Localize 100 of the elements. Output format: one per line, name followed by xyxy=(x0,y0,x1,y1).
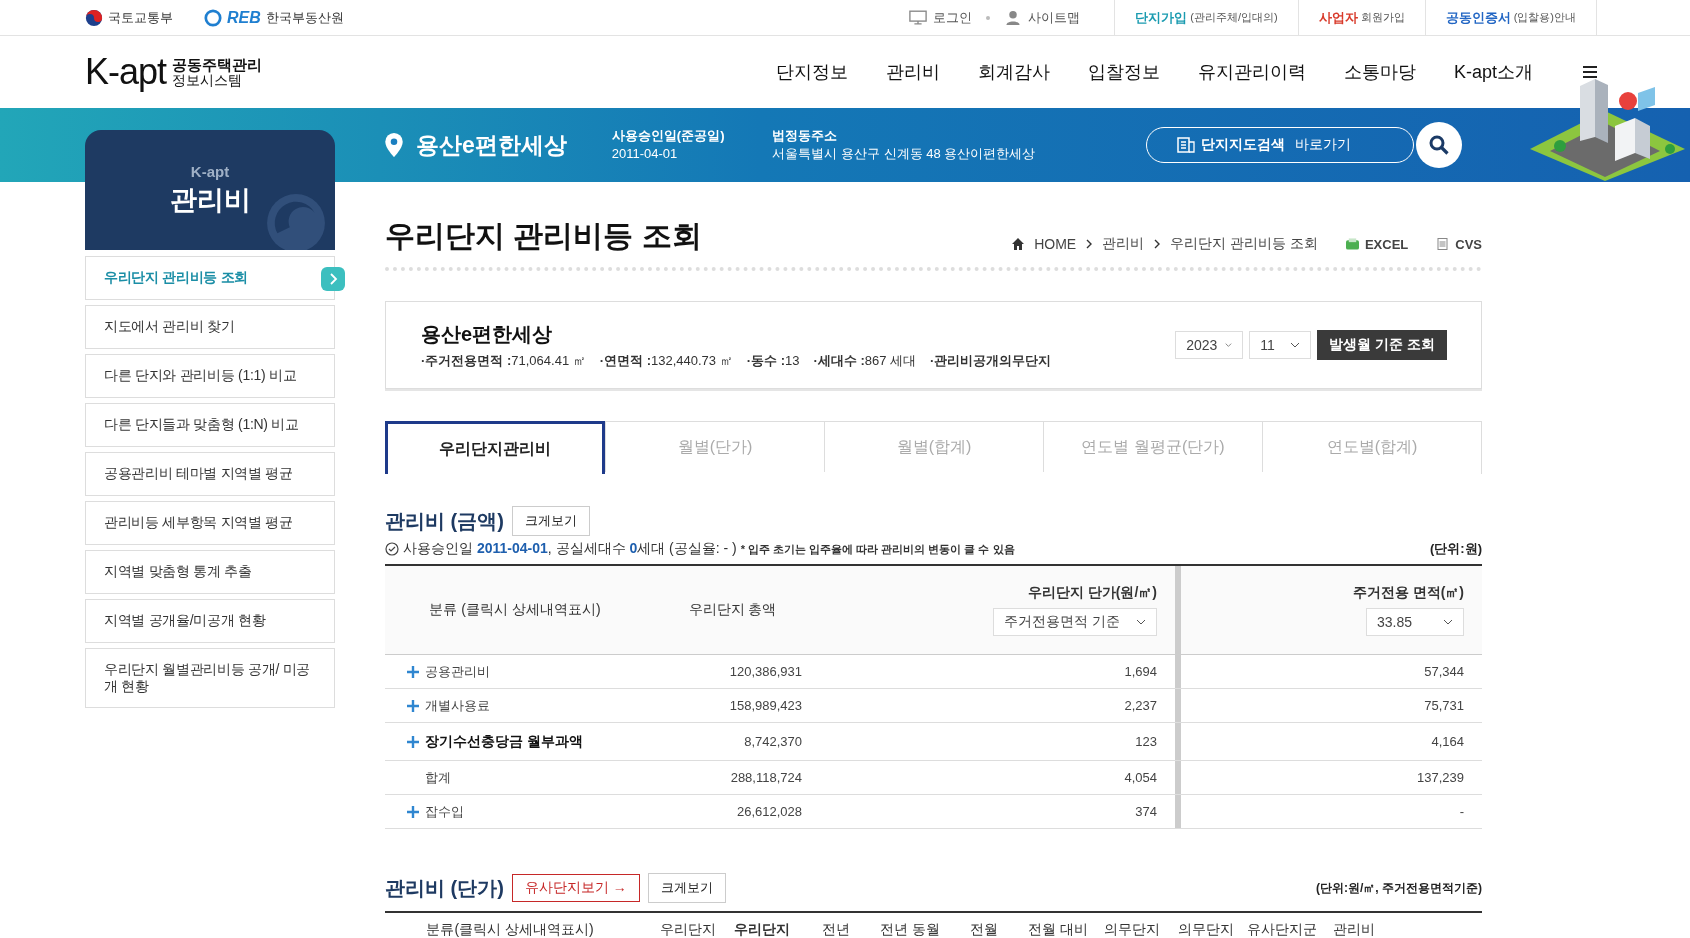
query-button[interactable]: 발생월 기준 조회 xyxy=(1317,330,1447,360)
sidebar-item[interactable]: 다른 단지와 관리비등 (1:1) 비교 xyxy=(85,354,335,398)
column-header: 분류(클릭시 상세내역표시) xyxy=(425,921,595,938)
menu-icon[interactable] xyxy=(1583,66,1597,78)
column-header: 의무단지 xyxy=(1103,921,1161,938)
sidebar-item[interactable]: 공용관리비 테마별 지역별 평균 xyxy=(85,452,335,496)
plus-icon[interactable] xyxy=(407,805,419,818)
sidebar-item[interactable]: 다른 단지들과 맞춤형 (1:N) 비교 xyxy=(85,403,335,447)
monitor-icon xyxy=(909,10,928,25)
category-cell[interactable]: 장기수선충당금 월부과액 xyxy=(407,732,644,751)
sidebar-item[interactable]: 관리비등 세부항목 지역별 평균 xyxy=(85,501,335,545)
complex-fact: ·세대수 :867 세대 xyxy=(813,351,917,370)
search-button[interactable] xyxy=(1416,122,1462,168)
column-header: 전년 xyxy=(821,921,851,938)
agency-name[interactable]: 국토교통부 xyxy=(108,8,173,27)
nav-item[interactable]: 관리비 xyxy=(885,60,940,84)
caret-icon xyxy=(1290,342,1301,348)
sidebar-brand: K-apt xyxy=(190,162,230,180)
complex-name: 용산e편한세상 xyxy=(416,130,567,160)
table-cell: 374 xyxy=(1135,804,1157,819)
column-header: 우리단지 xyxy=(733,921,791,938)
sitemap-link[interactable]: 사이트맵 xyxy=(1028,8,1081,27)
spreadsheet-icon xyxy=(1345,238,1359,250)
logo-subtitle: 정보시스템 xyxy=(172,72,243,88)
section-title: 관리비 (금액) xyxy=(385,508,504,534)
column-header: 분류 (클릭시 상세내역표시) xyxy=(385,565,645,655)
section-title: 관리비 (단가) xyxy=(385,875,504,901)
chevron-icon xyxy=(1086,239,1093,249)
nav-item[interactable]: 유지관리이력 xyxy=(1197,60,1306,84)
join-link[interactable]: 단지가입 (관리주체/입대의) xyxy=(1115,0,1299,35)
category-cell[interactable]: 공용관리비 xyxy=(407,662,644,681)
breadcrumb-link[interactable]: 우리단지 관리비등 조회 xyxy=(1170,235,1318,253)
month-select[interactable]: 11 xyxy=(1249,331,1312,359)
enlarge-button[interactable]: 크게보기 xyxy=(511,506,590,536)
chevron-icon xyxy=(321,267,345,291)
plus-icon[interactable] xyxy=(407,735,419,748)
table-cell: - xyxy=(1459,804,1464,819)
approval-label: 사용승인일(준공일) xyxy=(611,126,725,145)
area-select[interactable]: 33.85 xyxy=(1366,608,1464,636)
reb-logo[interactable]: REB xyxy=(227,8,261,27)
category-cell[interactable]: 합계 xyxy=(407,768,644,787)
nav-item[interactable]: 소통마당 xyxy=(1343,60,1416,84)
sidebar-item[interactable]: 지역별 맞춤형 통계 추출 xyxy=(85,550,335,594)
plus-icon[interactable] xyxy=(407,665,419,678)
login-link[interactable]: 로그인 xyxy=(933,8,973,27)
breadcrumb-link[interactable]: HOME xyxy=(1034,236,1077,252)
table-cell: 158,989,423 xyxy=(729,698,802,713)
basis-select[interactable]: 주거전용면적 기준 xyxy=(993,608,1157,636)
breadcrumb-link[interactable]: 관리비 xyxy=(1102,235,1145,253)
column-header: 전월 대비 xyxy=(1027,921,1089,938)
nav-item[interactable]: 단지정보 xyxy=(775,60,848,84)
category-cell[interactable]: 잡수입 xyxy=(407,802,644,821)
logo-icon xyxy=(204,8,222,27)
cvs-link[interactable]: CVS xyxy=(1455,236,1482,252)
complex-name: 용산e편한세상 xyxy=(421,321,554,347)
table-cell: 4,054 xyxy=(1124,770,1157,785)
kapt-logo[interactable]: K-apt xyxy=(85,51,167,93)
join-link[interactable]: 사업자 회원가입 xyxy=(1298,0,1426,35)
table-cell: 137,239 xyxy=(1417,770,1464,785)
table-cell: 123 xyxy=(1135,734,1157,749)
table-cell: 288,118,724 xyxy=(730,770,802,785)
agency-name[interactable]: 한국부동산원 xyxy=(265,8,344,27)
home-icon xyxy=(1012,238,1025,250)
table-cell: 1,694 xyxy=(1124,664,1157,679)
document-icon xyxy=(1436,238,1450,250)
table-cell: 120,386,931 xyxy=(729,664,802,679)
approval-date: 2011-04-01 xyxy=(611,145,679,163)
address-label: 법정동주소 xyxy=(772,126,839,145)
sidebar-item[interactable]: 지도에서 관리비 찾기 xyxy=(85,305,335,349)
sidebar-item[interactable]: 우리단지 관리비등 조회 xyxy=(85,256,335,300)
excel-link[interactable]: EXCEL xyxy=(1364,236,1409,252)
join-link[interactable]: 공동인증서 (입찰용)안내 xyxy=(1425,0,1597,35)
warning-text: * 입주 초기는 입주율에 따라 관리비의 변동이 클 수 있음 xyxy=(740,541,1015,557)
unit-label: (단위:원) xyxy=(1430,540,1482,558)
year-select[interactable]: 2023 xyxy=(1175,331,1244,359)
column-header: 우리단지 xyxy=(659,921,717,938)
check-circle-icon xyxy=(385,542,399,556)
nav-item[interactable]: 입찰정보 xyxy=(1087,60,1160,84)
nav-item[interactable]: K-apt소개 xyxy=(1453,60,1533,84)
unit-label: (단위:원/㎡, 주거전용면적기준) xyxy=(1316,879,1482,897)
nav-item[interactable]: 회계감사 xyxy=(977,60,1050,84)
building-icon xyxy=(1177,137,1195,153)
caret-icon xyxy=(1443,619,1453,625)
caret-icon xyxy=(1225,342,1233,348)
sidebar-item[interactable]: 우리단지 월별관리비등 공개/ 미공개 현황 xyxy=(85,648,335,708)
plus-icon[interactable] xyxy=(407,699,419,712)
tab[interactable]: 우리단지관리비 xyxy=(385,421,605,474)
complex-fact: ·동수 :13 xyxy=(746,351,800,370)
address-text: 서울특별시 용산구 신계동 48 용산이편한세상 xyxy=(772,145,1036,163)
caret-icon xyxy=(1136,619,1146,625)
enlarge-button[interactable]: 크게보기 xyxy=(647,873,726,903)
similar-complex-button[interactable]: 유사단지보기 → xyxy=(511,874,640,902)
table-cell: 2,237 xyxy=(1124,698,1157,713)
search-icon xyxy=(1429,135,1449,155)
sidebar-item[interactable]: 지역별 공개율/미공개 현황 xyxy=(85,599,335,643)
column-header: 의무단지 xyxy=(1177,921,1235,938)
category-cell[interactable]: 개별사용료 xyxy=(407,696,644,715)
logo-subtitle: 공동주택관리 xyxy=(172,56,263,73)
separator-dot-icon xyxy=(986,15,991,20)
complex-fact: ·주거전용면적 :71,064.41 ㎡ xyxy=(421,351,586,370)
